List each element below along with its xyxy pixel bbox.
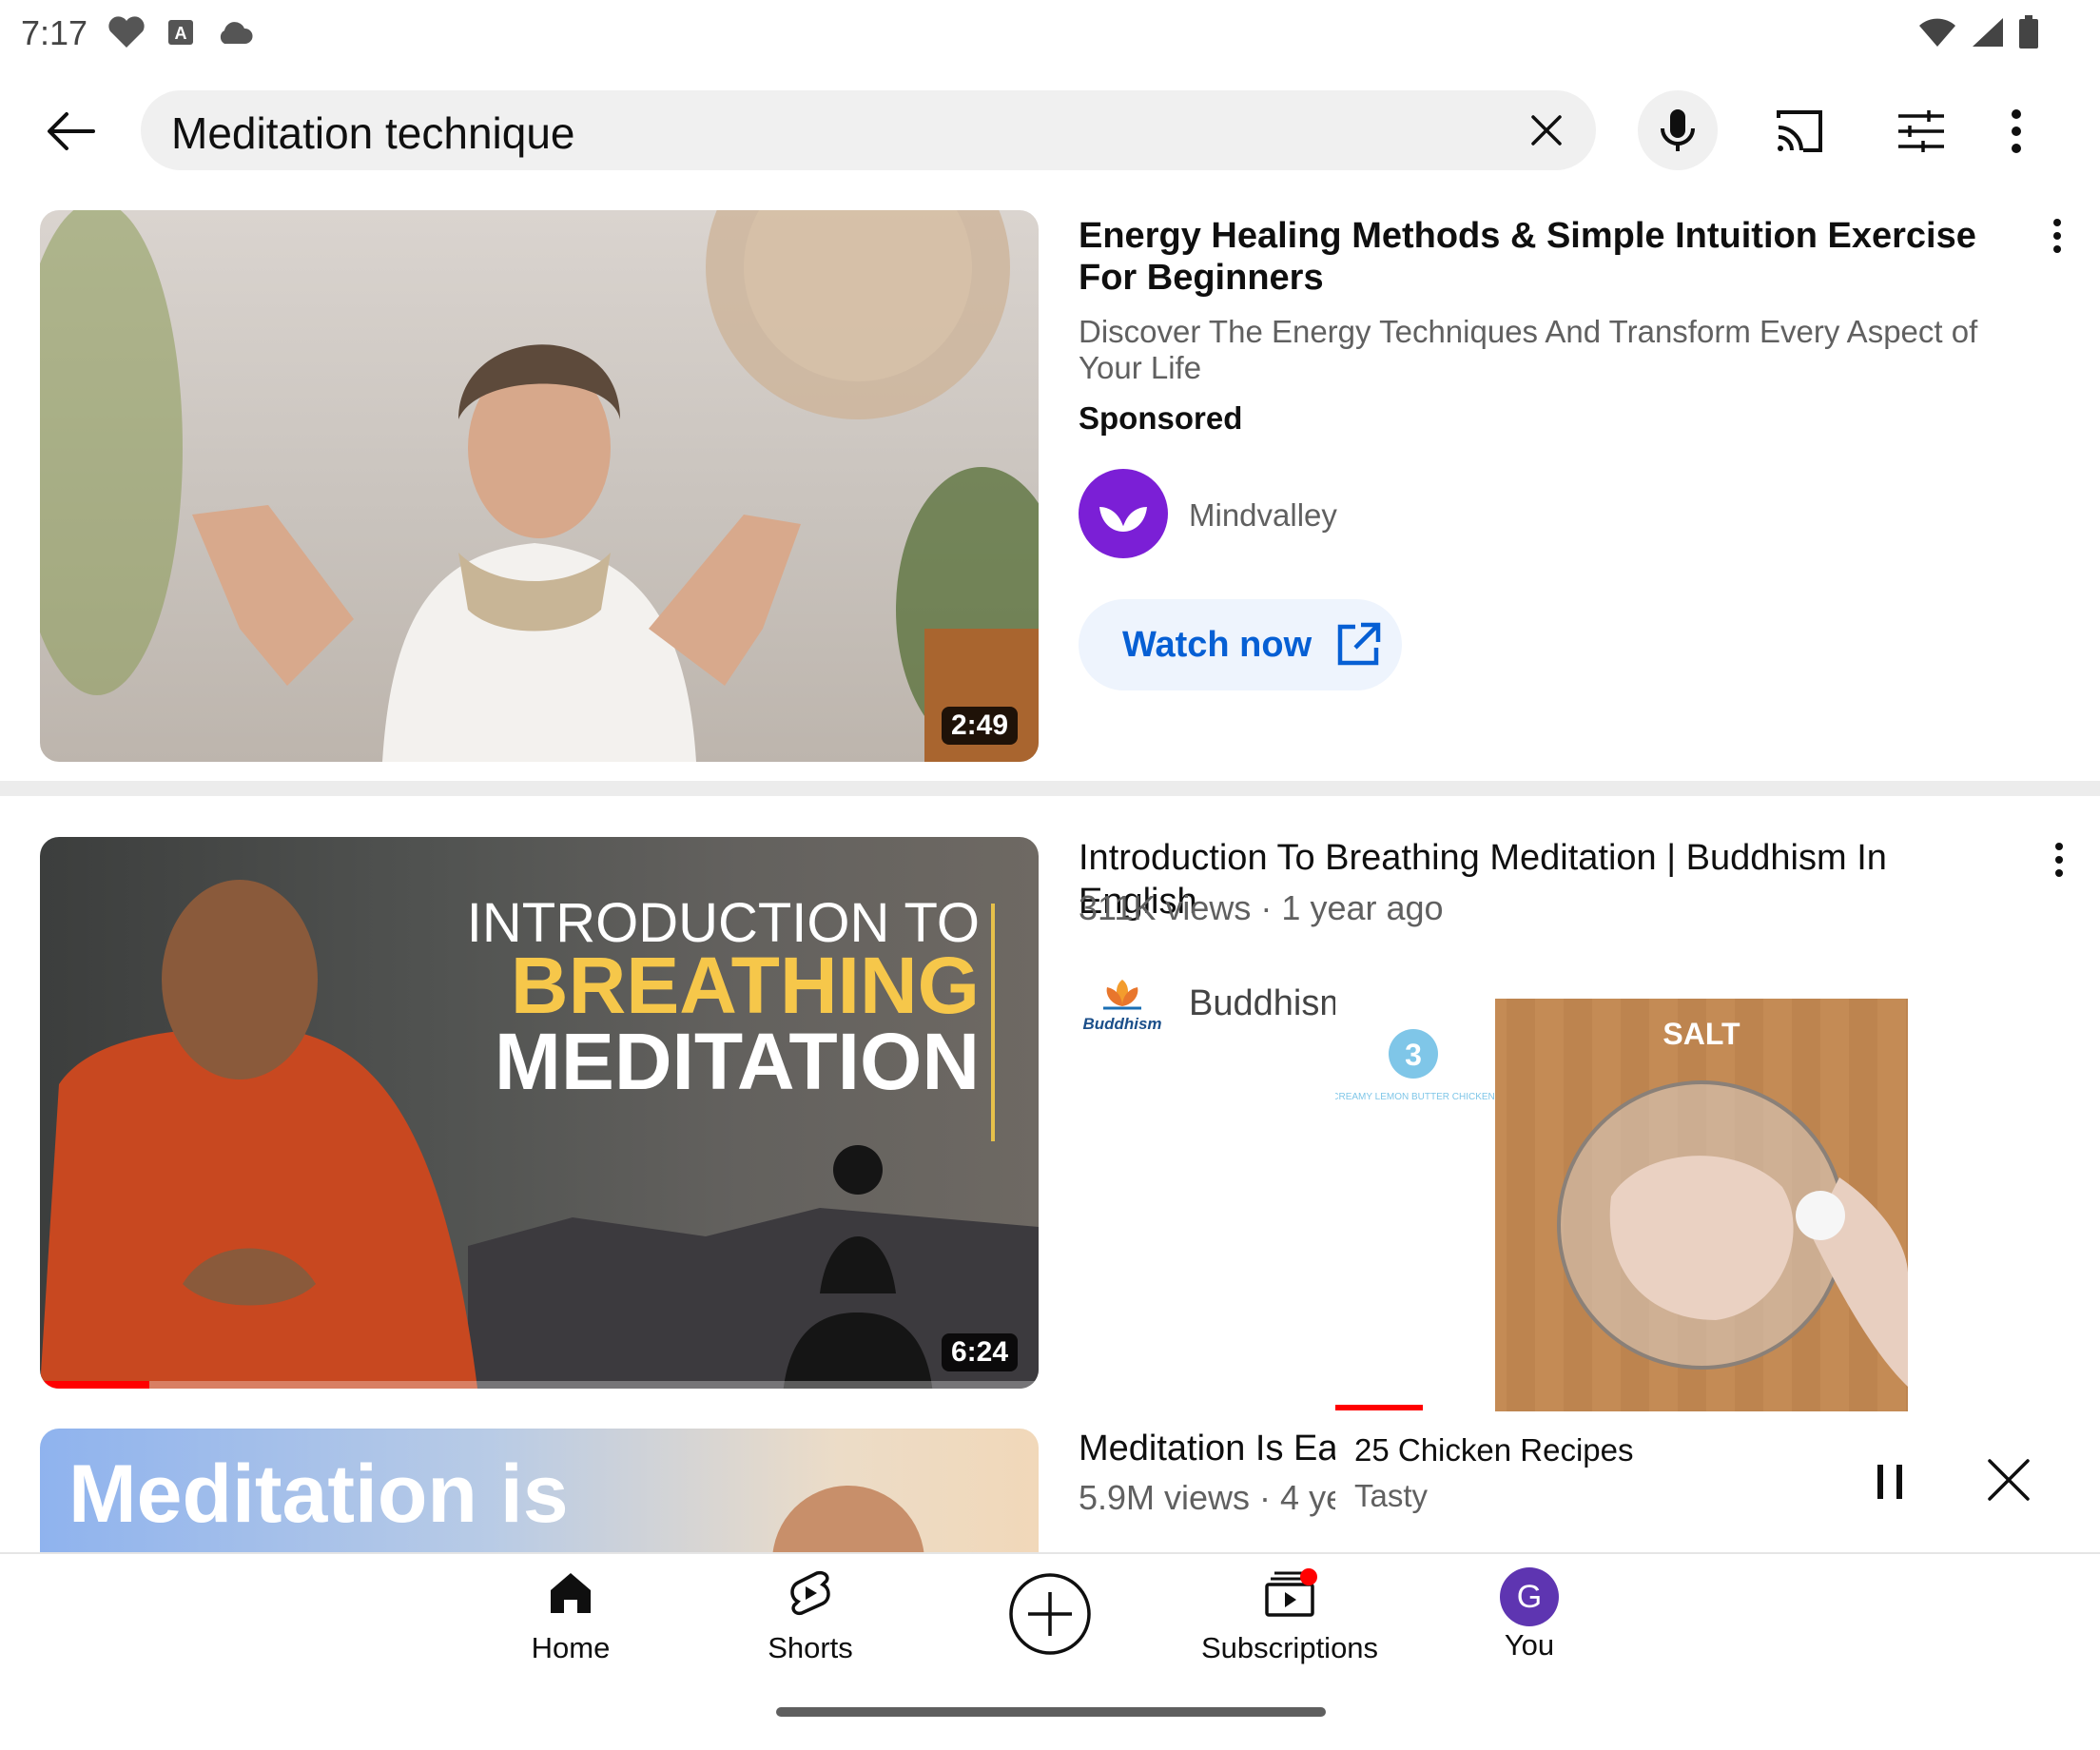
cloud-icon bbox=[220, 22, 253, 44]
ad-title[interactable]: Energy Healing Methods & Simple Intuitio… bbox=[1079, 215, 1992, 299]
channel-name[interactable]: Mindvalley bbox=[1189, 497, 1337, 534]
pause-icon[interactable] bbox=[1868, 1459, 1914, 1505]
watch-progress-track bbox=[40, 1381, 1039, 1389]
ad-thumbnail[interactable]: 2:49 bbox=[40, 210, 1039, 762]
video-thumbnail[interactable]: INTRODUCTION TO BREATHING MEDITATION 6:2… bbox=[40, 837, 1039, 1389]
shorts-icon bbox=[790, 1570, 830, 1616]
watch-progress-fill bbox=[40, 1381, 149, 1389]
thumb-text-line-3: MEDITATION bbox=[495, 1017, 980, 1106]
sponsored-label: Sponsored bbox=[1079, 400, 1243, 436]
video-duration: 2:49 bbox=[941, 707, 1018, 745]
svg-text:CREAMY LEMON BUTTER CHICKEN: CREAMY LEMON BUTTER CHICKEN bbox=[1335, 1092, 1495, 1102]
channel-name[interactable]: Buddhism bbox=[1189, 983, 1350, 1024]
video-meta: 311K views · 1 year ago bbox=[1079, 888, 1444, 927]
clear-search-icon[interactable] bbox=[1526, 109, 1567, 151]
bottom-navigation: Home Shorts Subscriptions G You bbox=[0, 1552, 2100, 1697]
video-title[interactable]: Meditation Is Ea: bbox=[1079, 1428, 1348, 1469]
watch-now-button[interactable]: Watch now bbox=[1079, 599, 1402, 690]
section-divider bbox=[0, 781, 2100, 796]
miniplayer-title[interactable]: 25 Chicken Recipes bbox=[1354, 1432, 1634, 1468]
nav-shorts-label: Shorts bbox=[768, 1631, 853, 1664]
nav-subscriptions[interactable]: Subscriptions bbox=[1195, 1567, 1385, 1665]
channel-avatar[interactable] bbox=[1079, 469, 1168, 558]
svg-text:SALT: SALT bbox=[1662, 1017, 1740, 1051]
nav-subscriptions-label: Subscriptions bbox=[1200, 1631, 1379, 1664]
create-plus-icon bbox=[1009, 1573, 1091, 1655]
search-query-text: Meditation technique bbox=[171, 108, 575, 158]
voice-search-button[interactable] bbox=[1638, 90, 1718, 170]
font-a-icon: A bbox=[168, 20, 193, 45]
heart-badge-icon bbox=[108, 16, 145, 48]
microphone-icon bbox=[1661, 109, 1695, 151]
wifi-icon bbox=[1919, 18, 1955, 47]
nav-home[interactable]: Home bbox=[476, 1567, 666, 1665]
filter-icon[interactable] bbox=[1893, 103, 1950, 160]
miniplayer-progress bbox=[1335, 1405, 1423, 1410]
svg-text:A: A bbox=[175, 24, 187, 43]
video-thumbnail[interactable]: Meditation is bbox=[40, 1429, 1039, 1552]
status-left-icons: A bbox=[107, 15, 253, 49]
svg-text:Buddhism: Buddhism bbox=[1082, 1015, 1161, 1033]
user-avatar: G bbox=[1500, 1567, 1559, 1626]
status-right-icons bbox=[1917, 15, 2039, 49]
ad-thumbnail-image bbox=[40, 210, 1039, 762]
battery-icon bbox=[2019, 15, 2038, 49]
nav-shorts[interactable]: Shorts bbox=[715, 1567, 905, 1665]
search-input[interactable]: Meditation technique bbox=[141, 90, 1596, 170]
video-duration: 6:24 bbox=[941, 1333, 1018, 1371]
gesture-home-bar[interactable] bbox=[776, 1707, 1326, 1717]
thumb-text: Meditation is bbox=[68, 1449, 569, 1540]
signal-icon bbox=[1973, 18, 2003, 47]
thumb-face bbox=[772, 1486, 924, 1552]
lotus-logo-icon: Buddhism bbox=[1082, 980, 1162, 1033]
nav-home-label: Home bbox=[531, 1631, 611, 1664]
home-icon bbox=[551, 1573, 591, 1613]
mindvalley-logo-icon bbox=[1099, 507, 1147, 532]
more-options-icon[interactable] bbox=[1997, 103, 2035, 160]
miniplayer-info[interactable]: 25 Chicken Recipes Tasty bbox=[1335, 1413, 2100, 1550]
channel-avatar[interactable]: Buddhism bbox=[1079, 974, 1166, 1040]
nav-you[interactable]: G You bbox=[1434, 1567, 1624, 1662]
video-more-options-icon[interactable] bbox=[2050, 839, 2069, 896]
ad-more-options-icon[interactable] bbox=[2048, 215, 2067, 272]
miniplayer-channel: Tasty bbox=[1354, 1478, 1429, 1513]
back-arrow-icon[interactable] bbox=[42, 103, 99, 160]
cast-icon[interactable] bbox=[1771, 103, 1828, 160]
nav-you-label: You bbox=[1504, 1628, 1555, 1662]
status-time: 7:17 bbox=[21, 13, 88, 52]
create-button[interactable] bbox=[955, 1571, 1145, 1662]
miniplayer-frame: 3 CREAMY LEMON BUTTER CHICKEN SALT bbox=[1332, 999, 1908, 1411]
ad-description: Discover The Energy Techniques And Trans… bbox=[1079, 314, 1978, 385]
miniplayer-video[interactable]: 3 CREAMY LEMON BUTTER CHICKEN SALT bbox=[1332, 987, 2068, 1411]
close-icon[interactable] bbox=[1984, 1455, 2033, 1505]
watch-now-label: Watch now bbox=[1122, 624, 1312, 665]
subscriptions-icon bbox=[1265, 1568, 1317, 1617]
external-link-icon bbox=[1337, 622, 1381, 666]
thumbnail-image: INTRODUCTION TO BREATHING MEDITATION bbox=[40, 880, 1039, 1389]
svg-text:3: 3 bbox=[1405, 1038, 1422, 1072]
video-meta: 5.9M views · 4 ye bbox=[1079, 1478, 1346, 1517]
